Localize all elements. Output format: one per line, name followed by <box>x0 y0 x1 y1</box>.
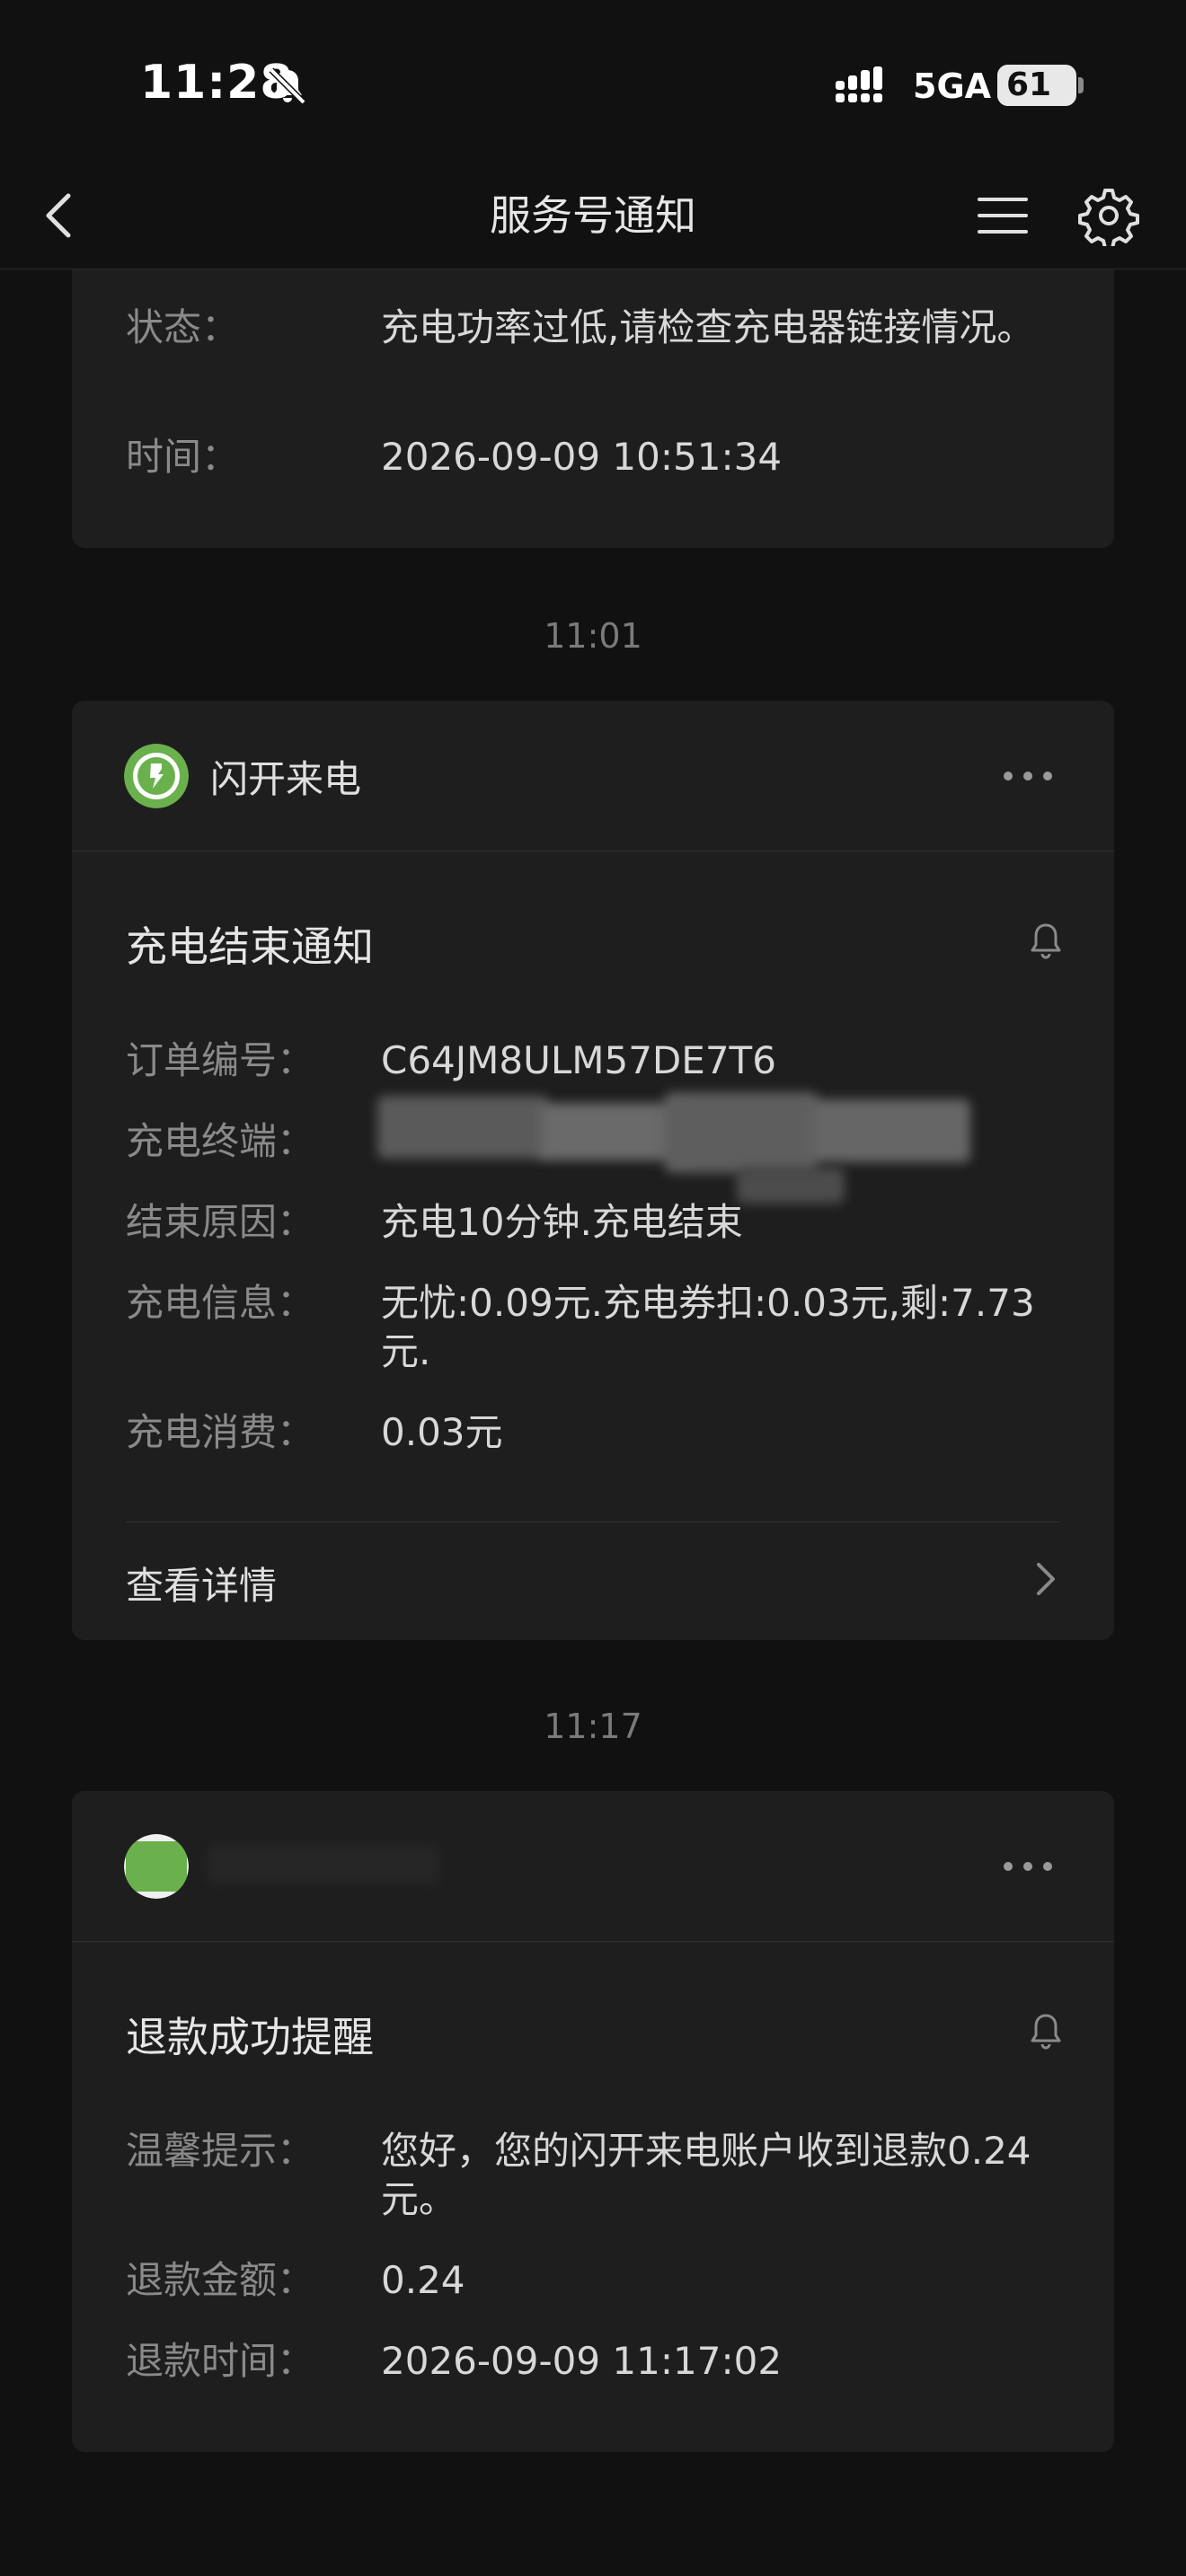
message-card-refund: 退款成功提醒 温馨提示： 您好，您的闪开来电账户收到退款0.24元。 退款金额：… <box>72 1791 1114 2452</box>
bell-icon[interactable] <box>1024 920 1067 963</box>
network-type: 5GA <box>913 66 992 106</box>
redacted-avatar <box>124 1834 189 1899</box>
field-label: 订单编号： <box>126 1038 315 1082</box>
field-label: 结束原因： <box>126 1200 315 1244</box>
card-header[interactable]: 闪开来电 <box>72 701 1114 851</box>
card-header[interactable] <box>72 1791 1114 1942</box>
field-value: 无忧:0.09元.充电券扣:0.03元,剩:7.73元. <box>381 1281 1035 1373</box>
field-label: 充电终端： <box>126 1119 315 1163</box>
message-timestamp: 11:17 <box>544 1707 642 1746</box>
field-value: 2026-09-09 10:51:34 <box>381 435 783 479</box>
notification-title: 充电结束通知 <box>126 922 374 971</box>
field-value: 2026-09-09 11:17:02 <box>381 2339 783 2383</box>
battery-tip <box>1078 77 1084 93</box>
bell-icon[interactable] <box>1024 2010 1067 2053</box>
menu-icon[interactable] <box>976 189 1030 243</box>
message-card-charge-end: 闪开来电 充电结束通知 订单编号： C64JM8ULM57DE7T6 充电终端：… <box>72 701 1114 1640</box>
redaction-blur <box>377 1096 548 1159</box>
back-chevron-icon[interactable] <box>36 185 90 246</box>
message-card-status: 状态： 充电功率过低,请检查充电器链接情况。 时间： 2026-09-09 10… <box>72 225 1114 548</box>
nav-bar: 服务号通知 <box>0 162 1186 269</box>
battery-icon: 61 <box>997 65 1076 106</box>
sender-name: 闪开来电 <box>210 757 362 801</box>
field-label: 状态： <box>126 305 240 349</box>
battery-percent: 61 <box>1005 66 1052 103</box>
field-label: 充电消费： <box>126 1410 315 1454</box>
field-value: C64JM8ULM57DE7T6 <box>381 1038 776 1082</box>
field-label: 温馨提示： <box>126 2129 315 2173</box>
field-label: 退款金额： <box>126 2258 315 2302</box>
field-value: 0.24 <box>381 2258 465 2302</box>
chevron-right-icon[interactable] <box>1028 1557 1064 1601</box>
signal-icon <box>836 66 882 102</box>
redaction-blur <box>809 1099 970 1162</box>
field-label: 退款时间： <box>126 2339 315 2383</box>
field-label: 时间： <box>126 435 240 479</box>
message-timestamp: 11:01 <box>544 616 642 656</box>
more-options-icon[interactable] <box>999 1848 1057 1884</box>
field-value: 充电10分钟.充电结束 <box>381 1200 743 1244</box>
screen: 11:28 5GA 61 服务号通知 状态： 充电功率过低,请检查充电器链接情况… <box>0 0 1186 2576</box>
brand-logo-avatar <box>124 744 189 808</box>
status-bar: 11:28 5GA 61 <box>0 0 1186 162</box>
settings-gear-icon[interactable] <box>1078 185 1139 246</box>
view-details-link[interactable]: 查看详情 <box>126 1556 277 1610</box>
field-value: 您好，您的闪开来电账户收到退款0.24元。 <box>381 2129 1031 2221</box>
field-label: 充电信息： <box>126 1281 315 1325</box>
notification-title: 退款成功提醒 <box>126 2013 374 2061</box>
field-value: 0.03元 <box>381 1410 503 1454</box>
redaction-blur <box>207 1845 440 1884</box>
more-options-icon[interactable] <box>999 758 1057 794</box>
silent-bell-icon <box>269 67 306 105</box>
field-value: 充电功率过低,请检查充电器链接情况。 <box>381 305 1035 349</box>
redaction-blur <box>665 1092 818 1173</box>
